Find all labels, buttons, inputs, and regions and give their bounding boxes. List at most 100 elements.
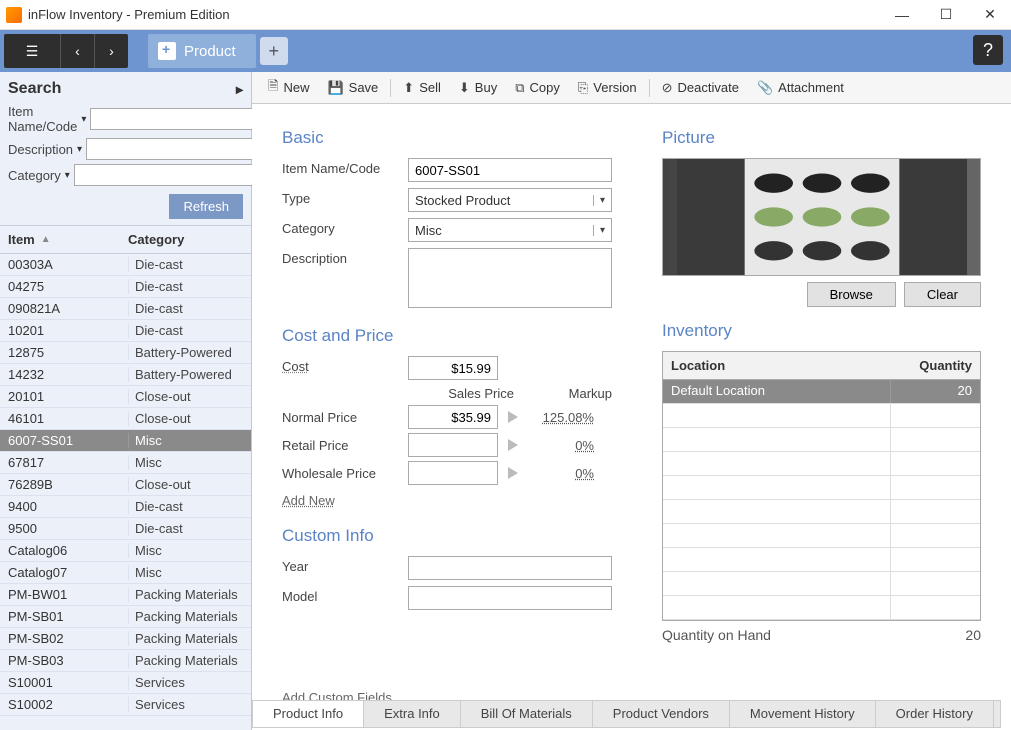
basic-desc-input[interactable] (408, 248, 612, 308)
list-item-category: Packing Materials (128, 587, 243, 602)
play-icon[interactable] (508, 439, 518, 451)
list-item[interactable]: 9500Die-cast (0, 518, 251, 540)
sell-button[interactable]: ⬆Sell (395, 76, 449, 100)
list-item[interactable]: PM-SB03Packing Materials (0, 650, 251, 672)
list-item[interactable]: PM-SB01Packing Materials (0, 606, 251, 628)
bottom-tab[interactable]: Product Vendors (593, 701, 730, 727)
list-item[interactable]: 6007-SS01Misc (0, 430, 251, 452)
table-row[interactable] (663, 572, 980, 596)
table-row[interactable] (663, 476, 980, 500)
wholesale-price-input[interactable] (408, 461, 498, 485)
buy-button[interactable]: ⬇Buy (451, 76, 505, 100)
save-button[interactable]: 💾Save (319, 76, 386, 100)
table-row[interactable] (663, 500, 980, 524)
bottom-tab[interactable]: Movement History (730, 701, 876, 727)
custom-year-label: Year (282, 556, 408, 574)
tab-product[interactable]: Product (148, 34, 256, 68)
custom-year-input[interactable] (408, 556, 612, 580)
list-item[interactable]: Catalog06Misc (0, 540, 251, 562)
list-item[interactable]: 090821ADie-cast (0, 298, 251, 320)
table-row[interactable]: Default Location20 (663, 380, 980, 404)
list-item[interactable]: 14232Battery-Powered (0, 364, 251, 386)
column-item[interactable]: Item (8, 232, 35, 247)
new-button[interactable]: 🗎New (260, 73, 317, 103)
cost-input[interactable] (408, 356, 498, 380)
toolbar-separator (390, 79, 391, 97)
list-item[interactable]: 00303ADie-cast (0, 254, 251, 276)
bottom-tab[interactable]: Extra Info (364, 701, 461, 727)
clear-button[interactable]: Clear (904, 282, 981, 307)
basic-category-select[interactable]: Misc▾ (408, 218, 612, 242)
table-row[interactable] (663, 404, 980, 428)
list-item-category: Die-cast (128, 301, 243, 316)
chevron-down-icon[interactable]: ▾ (81, 114, 86, 125)
list-item[interactable]: S10001Services (0, 672, 251, 694)
play-icon[interactable] (508, 411, 518, 423)
wholesale-markup[interactable]: 0% (528, 466, 594, 481)
collapse-panel-icon[interactable]: ▸ (236, 81, 243, 98)
list-item-category: Battery-Powered (128, 367, 243, 382)
inventory-quantity-header[interactable]: Quantity (890, 352, 980, 379)
nav-forward-icon[interactable]: › (94, 34, 128, 68)
retail-markup[interactable]: 0% (528, 438, 594, 453)
list-item-code: 6007-SS01 (8, 433, 128, 448)
search-cat-input[interactable] (74, 164, 260, 186)
copy-button[interactable]: ⧉Copy (507, 76, 568, 100)
sort-asc-icon[interactable]: ▲ (41, 234, 51, 245)
search-item-input[interactable] (90, 108, 276, 130)
play-icon[interactable] (508, 467, 518, 479)
inventory-qty-cell (890, 572, 980, 595)
table-row[interactable] (663, 524, 980, 548)
table-row[interactable] (663, 548, 980, 572)
table-row[interactable] (663, 428, 980, 452)
minimize-icon[interactable]: — (887, 3, 917, 27)
list-item[interactable]: 04275Die-cast (0, 276, 251, 298)
maximize-icon[interactable]: ☐ (931, 3, 961, 27)
list-item-category: Close-out (128, 389, 243, 404)
version-button[interactable]: ⎘Version (570, 76, 645, 100)
sales-price-header: Sales Price (408, 386, 546, 401)
bottom-tab[interactable]: Order History (876, 701, 994, 727)
list-item[interactable]: Catalog07Misc (0, 562, 251, 584)
qoh-label: Quantity on Hand (662, 627, 771, 643)
attachment-button[interactable]: 📎Attachment (749, 76, 852, 100)
list-item-code: 46101 (8, 411, 128, 426)
nav-back-icon[interactable]: ‹ (60, 34, 94, 68)
section-picture: Picture (662, 128, 981, 148)
retail-price-input[interactable] (408, 433, 498, 457)
normal-price-input[interactable] (408, 405, 498, 429)
list-item[interactable]: 10201Die-cast (0, 320, 251, 342)
chevron-down-icon[interactable]: ▾ (77, 144, 82, 155)
custom-model-input[interactable] (408, 586, 612, 610)
hamburger-menu-icon[interactable]: ☰ (4, 34, 60, 68)
table-row[interactable] (663, 452, 980, 476)
list-item[interactable]: PM-SB02Packing Materials (0, 628, 251, 650)
bottom-tab[interactable]: Bill Of Materials (461, 701, 593, 727)
help-button[interactable]: ? (973, 35, 1003, 65)
column-category[interactable]: Category (128, 232, 184, 247)
basic-name-input[interactable] (408, 158, 612, 182)
inventory-location-cell (663, 500, 890, 523)
list-item[interactable]: PM-BW01Packing Materials (0, 584, 251, 606)
browse-button[interactable]: Browse (807, 282, 896, 307)
new-tab-button[interactable]: + (260, 37, 288, 65)
list-item[interactable]: 9400Die-cast (0, 496, 251, 518)
bottom-tab[interactable]: Product Info (253, 701, 364, 727)
list-item[interactable]: 20101Close-out (0, 386, 251, 408)
basic-type-select[interactable]: Stocked Product▾ (408, 188, 612, 212)
chevron-down-icon[interactable]: ▾ (65, 170, 70, 181)
list-item[interactable]: 46101Close-out (0, 408, 251, 430)
list-item[interactable]: 12875Battery-Powered (0, 342, 251, 364)
deactivate-button[interactable]: ⊘Deactivate (654, 76, 747, 100)
close-icon[interactable]: ✕ (975, 3, 1005, 27)
table-row[interactable] (663, 596, 980, 620)
refresh-button[interactable]: Refresh (169, 194, 243, 219)
cost-label[interactable]: Cost (282, 356, 408, 374)
list-item[interactable]: 76289BClose-out (0, 474, 251, 496)
normal-markup[interactable]: 125.08% (528, 410, 594, 425)
list-item[interactable]: 67817Misc (0, 452, 251, 474)
list-item[interactable]: S10002Services (0, 694, 251, 716)
add-new-price-link[interactable]: Add New (282, 493, 335, 508)
search-desc-input[interactable] (86, 138, 272, 160)
inventory-location-header[interactable]: Location (663, 352, 890, 379)
